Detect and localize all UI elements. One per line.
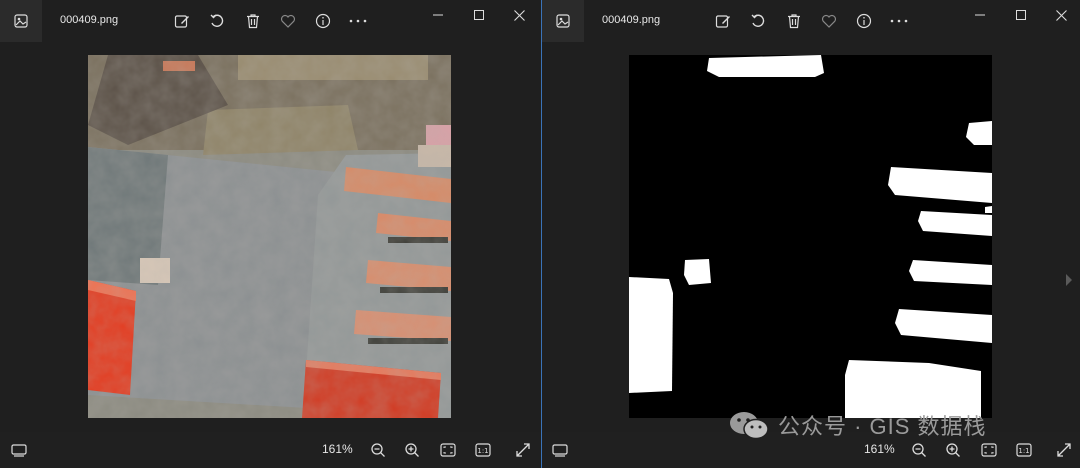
fit-to-window-icon[interactable] [978, 440, 1000, 460]
minimize-icon[interactable] [427, 6, 449, 24]
filmstrip-icon[interactable] [8, 440, 30, 460]
filmstrip-icon[interactable] [549, 440, 571, 460]
title-bar: 000409.png [0, 0, 540, 42]
fullscreen-icon[interactable] [512, 440, 534, 460]
rotate-icon[interactable] [206, 10, 228, 32]
actual-size-label: 1:1 [477, 447, 488, 455]
wechat-icon [730, 412, 769, 440]
zoom-in-icon[interactable] [942, 440, 964, 460]
next-image-icon[interactable] [1062, 268, 1076, 292]
maximize-icon[interactable] [1010, 6, 1032, 24]
more-icon[interactable] [888, 10, 910, 32]
image-canvas [0, 42, 540, 432]
close-icon[interactable] [508, 6, 530, 24]
zoom-out-icon[interactable] [367, 440, 389, 460]
file-name: 000409.png [602, 14, 661, 26]
zoom-out-icon[interactable] [908, 440, 930, 460]
delete-icon[interactable] [242, 10, 264, 32]
bottom-toolbar: 161% 1:1 [0, 432, 540, 468]
favorite-icon[interactable] [818, 10, 840, 32]
info-icon[interactable] [853, 10, 875, 32]
fit-to-window-icon[interactable] [437, 440, 459, 460]
edit-icon[interactable] [171, 10, 193, 32]
image-canvas [542, 42, 1080, 432]
close-icon[interactable] [1050, 6, 1072, 24]
delete-icon[interactable] [783, 10, 805, 32]
image-app-icon [542, 0, 584, 42]
more-icon[interactable] [347, 10, 369, 32]
edit-icon[interactable] [712, 10, 734, 32]
mask-image [629, 55, 992, 418]
zoom-in-icon[interactable] [401, 440, 423, 460]
maximize-icon[interactable] [468, 6, 490, 24]
file-name: 000409.png [60, 14, 119, 26]
watermark: 公众号 · GIS 数据栈 [728, 408, 987, 442]
right-photo-window: 000409.png 161% 1:1 [541, 0, 1080, 468]
actual-size-label: 1:1 [1018, 447, 1029, 455]
info-icon[interactable] [312, 10, 334, 32]
left-photo-window: 000409.png 161% 1:1 [0, 0, 540, 468]
actual-size-icon[interactable]: 1:1 [1013, 440, 1035, 460]
fullscreen-icon[interactable] [1053, 440, 1075, 460]
favorite-icon[interactable] [277, 10, 299, 32]
watermark-text: 公众号 · GIS 数据栈 [778, 414, 987, 439]
satellite-image [88, 55, 451, 418]
image-app-icon [0, 0, 42, 42]
actual-size-icon[interactable]: 1:1 [472, 440, 494, 460]
title-bar: 000409.png [542, 0, 1080, 42]
zoom-level: 161% [864, 442, 895, 456]
minimize-icon[interactable] [969, 6, 991, 24]
rotate-icon[interactable] [747, 10, 769, 32]
zoom-level: 161% [322, 442, 353, 456]
